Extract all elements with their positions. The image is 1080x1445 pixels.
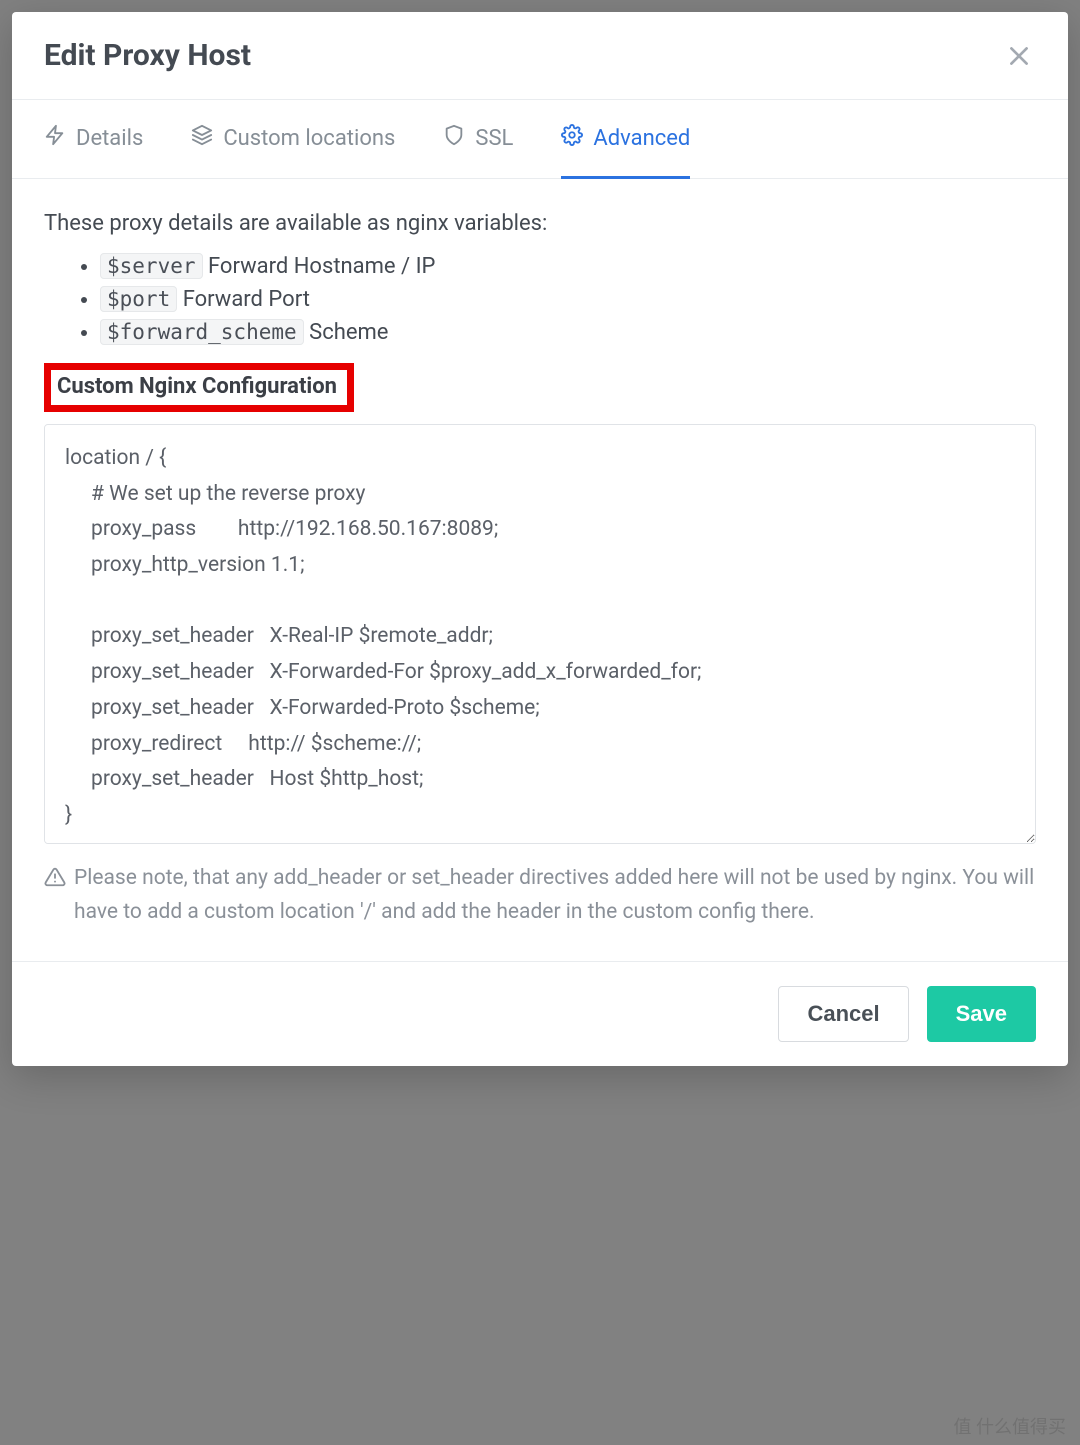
list-item: $port Forward Port	[100, 287, 1036, 312]
config-label-highlight: Custom Nginx Configuration	[44, 363, 354, 412]
var-desc: Forward Hostname / IP	[208, 254, 435, 279]
var-code: $port	[100, 286, 177, 312]
tab-label: Custom locations	[223, 126, 395, 151]
tab-custom-locations[interactable]: Custom locations	[191, 100, 395, 179]
gear-icon	[561, 124, 583, 152]
warning-text: Please note, that any add_header or set_…	[74, 862, 1036, 929]
intro-text: These proxy details are available as ngi…	[44, 211, 1036, 236]
close-button[interactable]	[1002, 39, 1036, 73]
tab-ssl[interactable]: SSL	[443, 100, 513, 179]
var-desc: Forward Port	[183, 287, 310, 312]
tab-details[interactable]: Details	[44, 100, 143, 179]
tab-advanced[interactable]: Advanced	[561, 100, 690, 179]
modal-title: Edit Proxy Host	[44, 38, 251, 73]
warning-note: Please note, that any add_header or set_…	[44, 862, 1036, 929]
list-item: $forward_scheme Scheme	[100, 320, 1036, 345]
tab-label: Details	[76, 126, 143, 151]
shield-icon	[443, 124, 465, 152]
tab-label: Advanced	[593, 126, 690, 151]
bolt-icon	[44, 124, 66, 152]
modal-body: These proxy details are available as ngi…	[12, 179, 1068, 961]
edit-proxy-host-modal: Edit Proxy Host Details Custom locations…	[12, 12, 1068, 1066]
save-button[interactable]: Save	[927, 986, 1036, 1042]
config-label: Custom Nginx Configuration	[57, 374, 337, 399]
nginx-config-textarea[interactable]	[44, 424, 1036, 844]
var-code: $forward_scheme	[100, 319, 304, 345]
var-desc: Scheme	[309, 320, 388, 345]
list-item: $server Forward Hostname / IP	[100, 254, 1036, 279]
tab-label: SSL	[475, 126, 513, 151]
tab-bar: Details Custom locations SSL Advanced	[12, 100, 1068, 179]
var-code: $server	[100, 253, 203, 279]
cancel-button[interactable]: Cancel	[778, 986, 908, 1042]
alert-triangle-icon	[44, 862, 66, 900]
modal-footer: Cancel Save	[12, 961, 1068, 1066]
layers-icon	[191, 124, 213, 152]
variable-list: $server Forward Hostname / IP $port Forw…	[44, 254, 1036, 345]
watermark: 值 什么值得买	[954, 1413, 1066, 1439]
close-icon	[1006, 57, 1032, 72]
modal-header: Edit Proxy Host	[12, 12, 1068, 100]
